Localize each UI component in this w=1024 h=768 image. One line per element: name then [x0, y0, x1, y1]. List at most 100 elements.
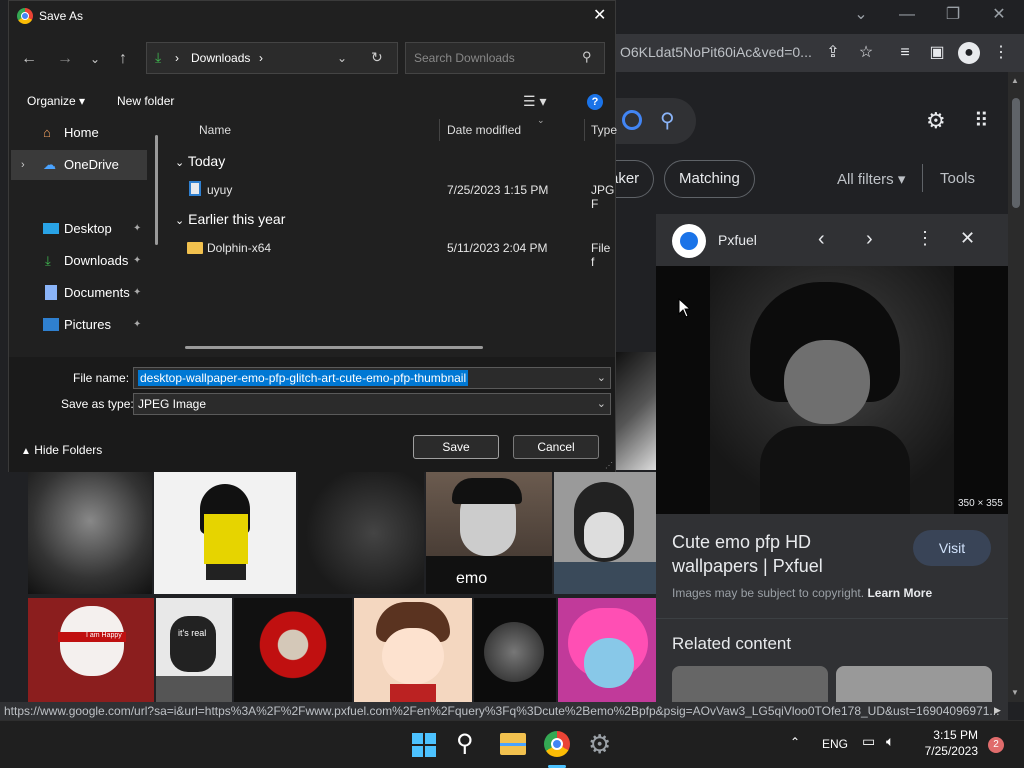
refresh-icon[interactable]: ↻: [371, 49, 383, 66]
group-header-earlier[interactable]: ⌄ Earlier this year: [175, 211, 285, 227]
image-tile[interactable]: I am Happy: [28, 598, 154, 702]
minimize-icon[interactable]: —: [884, 0, 930, 30]
volume-icon[interactable]: 🔈︎: [886, 733, 894, 750]
related-image[interactable]: [836, 666, 992, 702]
tree-item-home[interactable]: ⌂ Home: [9, 118, 159, 148]
save-button[interactable]: Save: [413, 435, 499, 459]
new-folder-button[interactable]: New folder: [117, 94, 174, 108]
column-header-type[interactable]: Type: [591, 123, 617, 137]
visit-button[interactable]: Visit: [913, 530, 991, 566]
view-options-icon[interactable]: ☰ ▾: [523, 93, 546, 110]
hide-folders-button[interactable]: ▲ Hide Folders: [21, 443, 102, 457]
dialog-close-icon[interactable]: ✕: [593, 5, 606, 25]
prev-image-icon[interactable]: ‹: [818, 228, 825, 251]
image-tile[interactable]: [554, 472, 656, 594]
resize-grip-icon[interactable]: ⋰: [605, 461, 613, 470]
page-scrollbar[interactable]: ▲ ▼: [1008, 72, 1024, 702]
status-scroll-right-icon[interactable]: ▶: [994, 705, 1001, 716]
pin-icon[interactable]: ✦: [133, 310, 141, 340]
media-icon[interactable]: ≡: [894, 42, 916, 64]
more-options-icon[interactable]: ⋮: [916, 228, 934, 249]
column-header-date[interactable]: Date modified: [447, 123, 521, 137]
profile-icon[interactable]: ●: [958, 42, 980, 64]
back-arrow-icon[interactable]: ←: [17, 47, 41, 71]
scroll-up-icon[interactable]: ▲: [1011, 76, 1019, 85]
horizontal-scrollbar-thumb[interactable]: [185, 346, 483, 349]
bookmark-star-icon[interactable]: ☆: [855, 42, 877, 64]
start-windows-icon[interactable]: [412, 733, 436, 757]
restore-icon[interactable]: ❐: [930, 0, 976, 30]
side-panel-icon[interactable]: ▣: [926, 42, 948, 64]
file-name-input[interactable]: desktop-wallpaper-emo-pfp-glitch-art-cut…: [133, 367, 611, 389]
apps-grid-icon[interactable]: ⠿: [974, 108, 989, 133]
related-image[interactable]: [672, 666, 828, 702]
pin-icon[interactable]: ✦: [133, 214, 141, 244]
pin-icon[interactable]: ✦: [133, 278, 141, 308]
chrome-menu-icon[interactable]: ⋮: [990, 42, 1012, 64]
column-divider[interactable]: [584, 119, 585, 141]
show-hidden-icons[interactable]: ⌃: [790, 735, 800, 749]
settings-taskbar-icon[interactable]: ⚙: [588, 729, 611, 760]
dropdown-chevron-icon[interactable]: ⌄: [597, 394, 606, 414]
image-tile[interactable]: [558, 598, 656, 702]
file-explorer-icon[interactable]: [500, 733, 526, 755]
tree-item-documents[interactable]: Documents ✦: [9, 278, 159, 308]
tree-scrollbar-thumb[interactable]: [155, 135, 158, 245]
path-item-downloads[interactable]: Downloads: [191, 51, 250, 65]
share-icon[interactable]: ⇪: [822, 42, 844, 64]
cancel-button[interactable]: Cancel: [513, 435, 599, 459]
notification-badge[interactable]: 2: [988, 737, 1004, 753]
image-tile[interactable]: [28, 472, 152, 594]
group-header-today[interactable]: ⌄ Today: [175, 153, 225, 169]
language-indicator[interactable]: ENG: [822, 737, 848, 751]
image-tile[interactable]: [354, 598, 472, 702]
dropdown-chevron-icon[interactable]: ⌄: [597, 368, 606, 388]
file-row[interactable]: uyuy 7/25/2023 1:15 PM JPG F: [169, 177, 615, 211]
image-tile[interactable]: it's real: [156, 598, 232, 702]
image-tile[interactable]: [474, 598, 556, 702]
taskbar-search-icon[interactable]: ⚲: [456, 729, 474, 758]
organize-button[interactable]: Organize ▾: [27, 94, 85, 108]
address-path[interactable]: ⤓ › Downloads › ⌄ ↻: [146, 42, 398, 74]
forward-arrow-icon[interactable]: →: [53, 47, 77, 71]
close-panel-icon[interactable]: ✕: [960, 228, 975, 249]
search-icon[interactable]: ⚲: [660, 108, 675, 133]
expand-chevron-icon[interactable]: ›: [21, 150, 25, 180]
help-icon[interactable]: ?: [587, 94, 603, 110]
save-type-select[interactable]: JPEG Image ⌄: [133, 393, 611, 415]
chip-matching[interactable]: Matching: [664, 160, 755, 198]
source-name[interactable]: Pxfuel: [718, 232, 757, 248]
up-arrow-icon[interactable]: ↑: [111, 47, 135, 71]
image-title[interactable]: Cute emo pfp HD wallpapers | Pxfuel: [672, 530, 823, 578]
image-tile[interactable]: [154, 472, 296, 594]
search-downloads-field[interactable]: Search Downloads ⚲: [405, 42, 605, 74]
close-window-icon[interactable]: ✕: [976, 0, 1022, 30]
learn-more-link[interactable]: Learn More: [867, 586, 932, 600]
pin-icon[interactable]: ✦: [133, 246, 141, 276]
tab-search-icon[interactable]: ⌄: [838, 0, 884, 30]
file-row[interactable]: Dolphin-x64 5/11/2023 2:04 PM File f: [169, 235, 615, 269]
scroll-down-icon[interactable]: ▼: [1011, 688, 1019, 697]
settings-gear-icon[interactable]: ⚙: [926, 108, 946, 134]
tree-item-desktop[interactable]: Desktop ✦: [9, 214, 159, 244]
lens-icon[interactable]: [622, 110, 642, 130]
column-header-name[interactable]: Name: [199, 123, 231, 137]
image-tile[interactable]: emo: [426, 472, 552, 594]
all-filters-button[interactable]: All filters ▾: [837, 170, 905, 188]
path-dropdown-icon[interactable]: ⌄: [337, 51, 347, 65]
tree-item-pictures[interactable]: Pictures ✦: [9, 310, 159, 340]
recent-locations-icon[interactable]: ⌄: [83, 47, 107, 71]
preview-image[interactable]: [710, 266, 954, 514]
tools-button[interactable]: Tools: [940, 170, 975, 187]
clock[interactable]: 3:15 PM 7/25/2023: [908, 727, 978, 759]
image-tile[interactable]: [234, 598, 352, 702]
image-tile[interactable]: [298, 472, 424, 594]
chrome-taskbar-icon[interactable]: [544, 731, 570, 757]
tree-item-onedrive[interactable]: › ☁ OneDrive: [11, 150, 147, 180]
next-image-icon[interactable]: ›: [866, 228, 873, 251]
image-tile[interactable]: [616, 352, 656, 470]
column-divider[interactable]: [439, 119, 440, 141]
scroll-thumb[interactable]: [1012, 98, 1020, 208]
network-icon[interactable]: ▭: [862, 733, 875, 750]
tree-item-downloads[interactable]: ⤓ Downloads ✦: [9, 246, 159, 276]
